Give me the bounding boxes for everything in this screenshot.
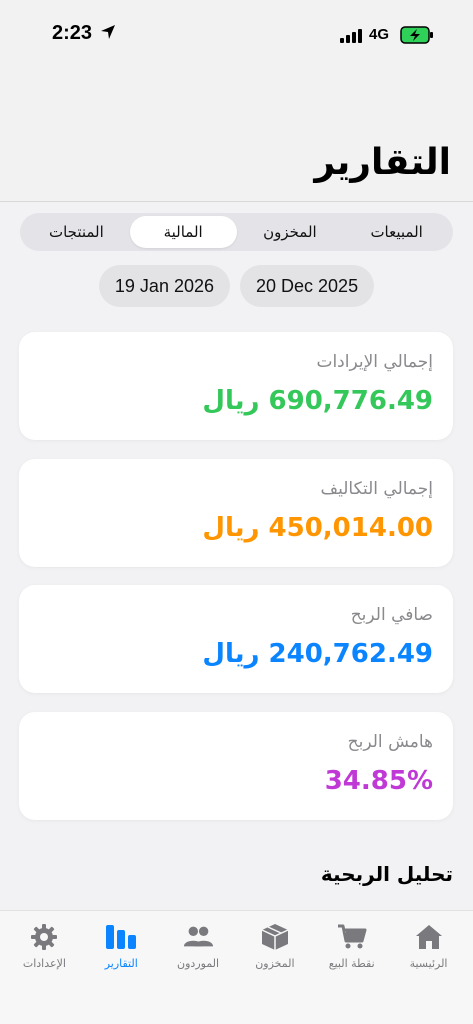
box-icon — [259, 923, 291, 951]
gear-icon — [28, 923, 60, 951]
tab-label: نقطة البيع — [328, 957, 375, 970]
card-label: صافي الربح — [350, 605, 433, 625]
tab-label: الإعدادات — [22, 957, 66, 970]
total-revenue-value: 690,776.49 ريال — [202, 386, 433, 416]
total-revenue-card: إجمالي الإيرادات 690,776.49 ريال — [19, 332, 453, 440]
location-arrow-icon — [100, 24, 116, 44]
home-icon — [413, 923, 445, 951]
end-date-picker[interactable]: 19 Jan 2026 — [98, 265, 230, 307]
card-label: إجمالي التكاليف — [320, 479, 433, 499]
tab-settings[interactable]: الإعدادات — [6, 923, 82, 1024]
tab-inventory[interactable]: المخزون — [237, 923, 313, 1024]
net-profit-card: صافي الربح 240,762.49 ريال — [19, 585, 453, 693]
tab-label: التقارير — [104, 957, 138, 970]
segment-financial[interactable]: المالية — [129, 216, 237, 248]
battery-charging-icon — [400, 26, 434, 48]
tab-suppliers[interactable]: الموردون — [160, 923, 236, 1024]
segment-sales[interactable]: المبيعات — [343, 216, 450, 248]
profitability-analysis-title: تحليل الربحية — [320, 862, 453, 886]
network-type: 4G — [369, 26, 390, 43]
date-range: 19 Jan 2026 20 Dec 2025 — [0, 265, 473, 307]
segment-inventory[interactable]: المخزون — [237, 216, 344, 248]
profit-margin-card: هامش الربح 34.85% — [19, 712, 453, 820]
tab-bar: الرئيسية نقطة البيع المخزون الموردون الت… — [0, 910, 473, 1024]
segment-products[interactable]: المنتجات — [23, 216, 130, 248]
tab-pos[interactable]: نقطة البيع — [314, 923, 390, 1024]
total-costs-value: 450,014.00 ريال — [202, 513, 433, 543]
report-type-segmented-control: المبيعات المخزون المالية المنتجات — [20, 213, 453, 251]
card-label: إجمالي الإيرادات — [316, 352, 433, 372]
total-costs-card: إجمالي التكاليف 450,014.00 ريال — [19, 459, 453, 567]
card-label: هامش الربح — [347, 732, 433, 752]
people-icon — [182, 923, 214, 951]
tab-label: الموردون — [177, 957, 220, 970]
page-title: التقارير — [314, 142, 451, 183]
profit-margin-value: 34.85% — [324, 766, 433, 796]
start-date-picker[interactable]: 20 Dec 2025 — [240, 265, 375, 307]
tab-label: الرئيسية — [409, 957, 448, 970]
signal-icon — [340, 28, 364, 47]
tab-reports[interactable]: التقارير — [83, 923, 159, 1024]
reports-content[interactable]: المبيعات المخزون المالية المنتجات 19 Jan… — [0, 203, 473, 910]
status-time: 2:23 — [52, 22, 93, 44]
chart-icon — [105, 923, 137, 951]
navigation-header: التقارير — [0, 70, 473, 202]
net-profit-value: 240,762.49 ريال — [202, 639, 433, 669]
tab-home[interactable]: الرئيسية — [391, 923, 467, 1024]
status-bar: 2:23 4G — [0, 0, 473, 70]
tab-label: المخزون — [255, 957, 295, 970]
cart-icon — [336, 923, 368, 951]
